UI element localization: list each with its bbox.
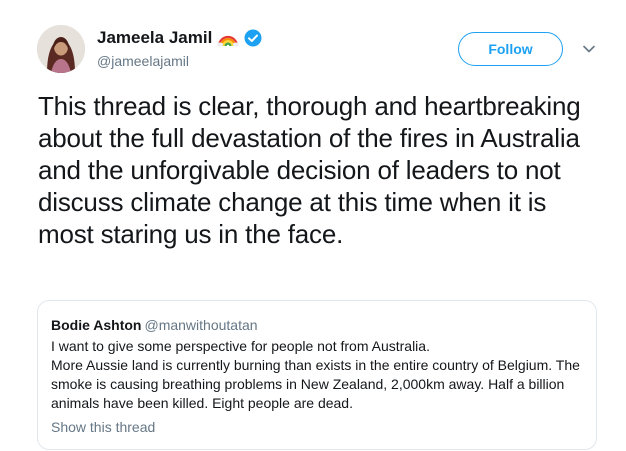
show-thread-link[interactable]: Show this thread bbox=[51, 419, 155, 435]
tweet-text: This thread is clear, thorough and heart… bbox=[38, 91, 581, 249]
follow-button[interactable]: Follow bbox=[458, 32, 563, 66]
quoted-author-handle: @manwithoutatan bbox=[144, 317, 258, 333]
quoted-text-line: I want to give some perspective for peop… bbox=[51, 338, 430, 354]
author-handle[interactable]: @jameelajamil bbox=[97, 53, 189, 69]
author-name-row: Jameela Jamil bbox=[97, 27, 262, 49]
avatar[interactable] bbox=[37, 25, 85, 73]
rainbow-emoji-icon bbox=[217, 29, 240, 47]
quoted-text-line: More Aussie land is currently burning th… bbox=[51, 357, 580, 411]
quoted-tweet-header: Bodie Ashton @manwithoutatan bbox=[51, 317, 258, 333]
chevron-down-icon[interactable] bbox=[581, 41, 597, 57]
verified-badge-icon bbox=[244, 29, 262, 47]
quoted-author-name: Bodie Ashton bbox=[51, 317, 142, 333]
tweet-card: Jameela Jamil @jameelajamil Follow This … bbox=[0, 0, 626, 451]
quoted-tweet[interactable]: Bodie Ashton @manwithoutatan I want to gi… bbox=[37, 300, 597, 450]
author-display-name[interactable]: Jameela Jamil bbox=[97, 28, 212, 48]
quoted-tweet-text: I want to give some perspective for peop… bbox=[51, 337, 591, 413]
